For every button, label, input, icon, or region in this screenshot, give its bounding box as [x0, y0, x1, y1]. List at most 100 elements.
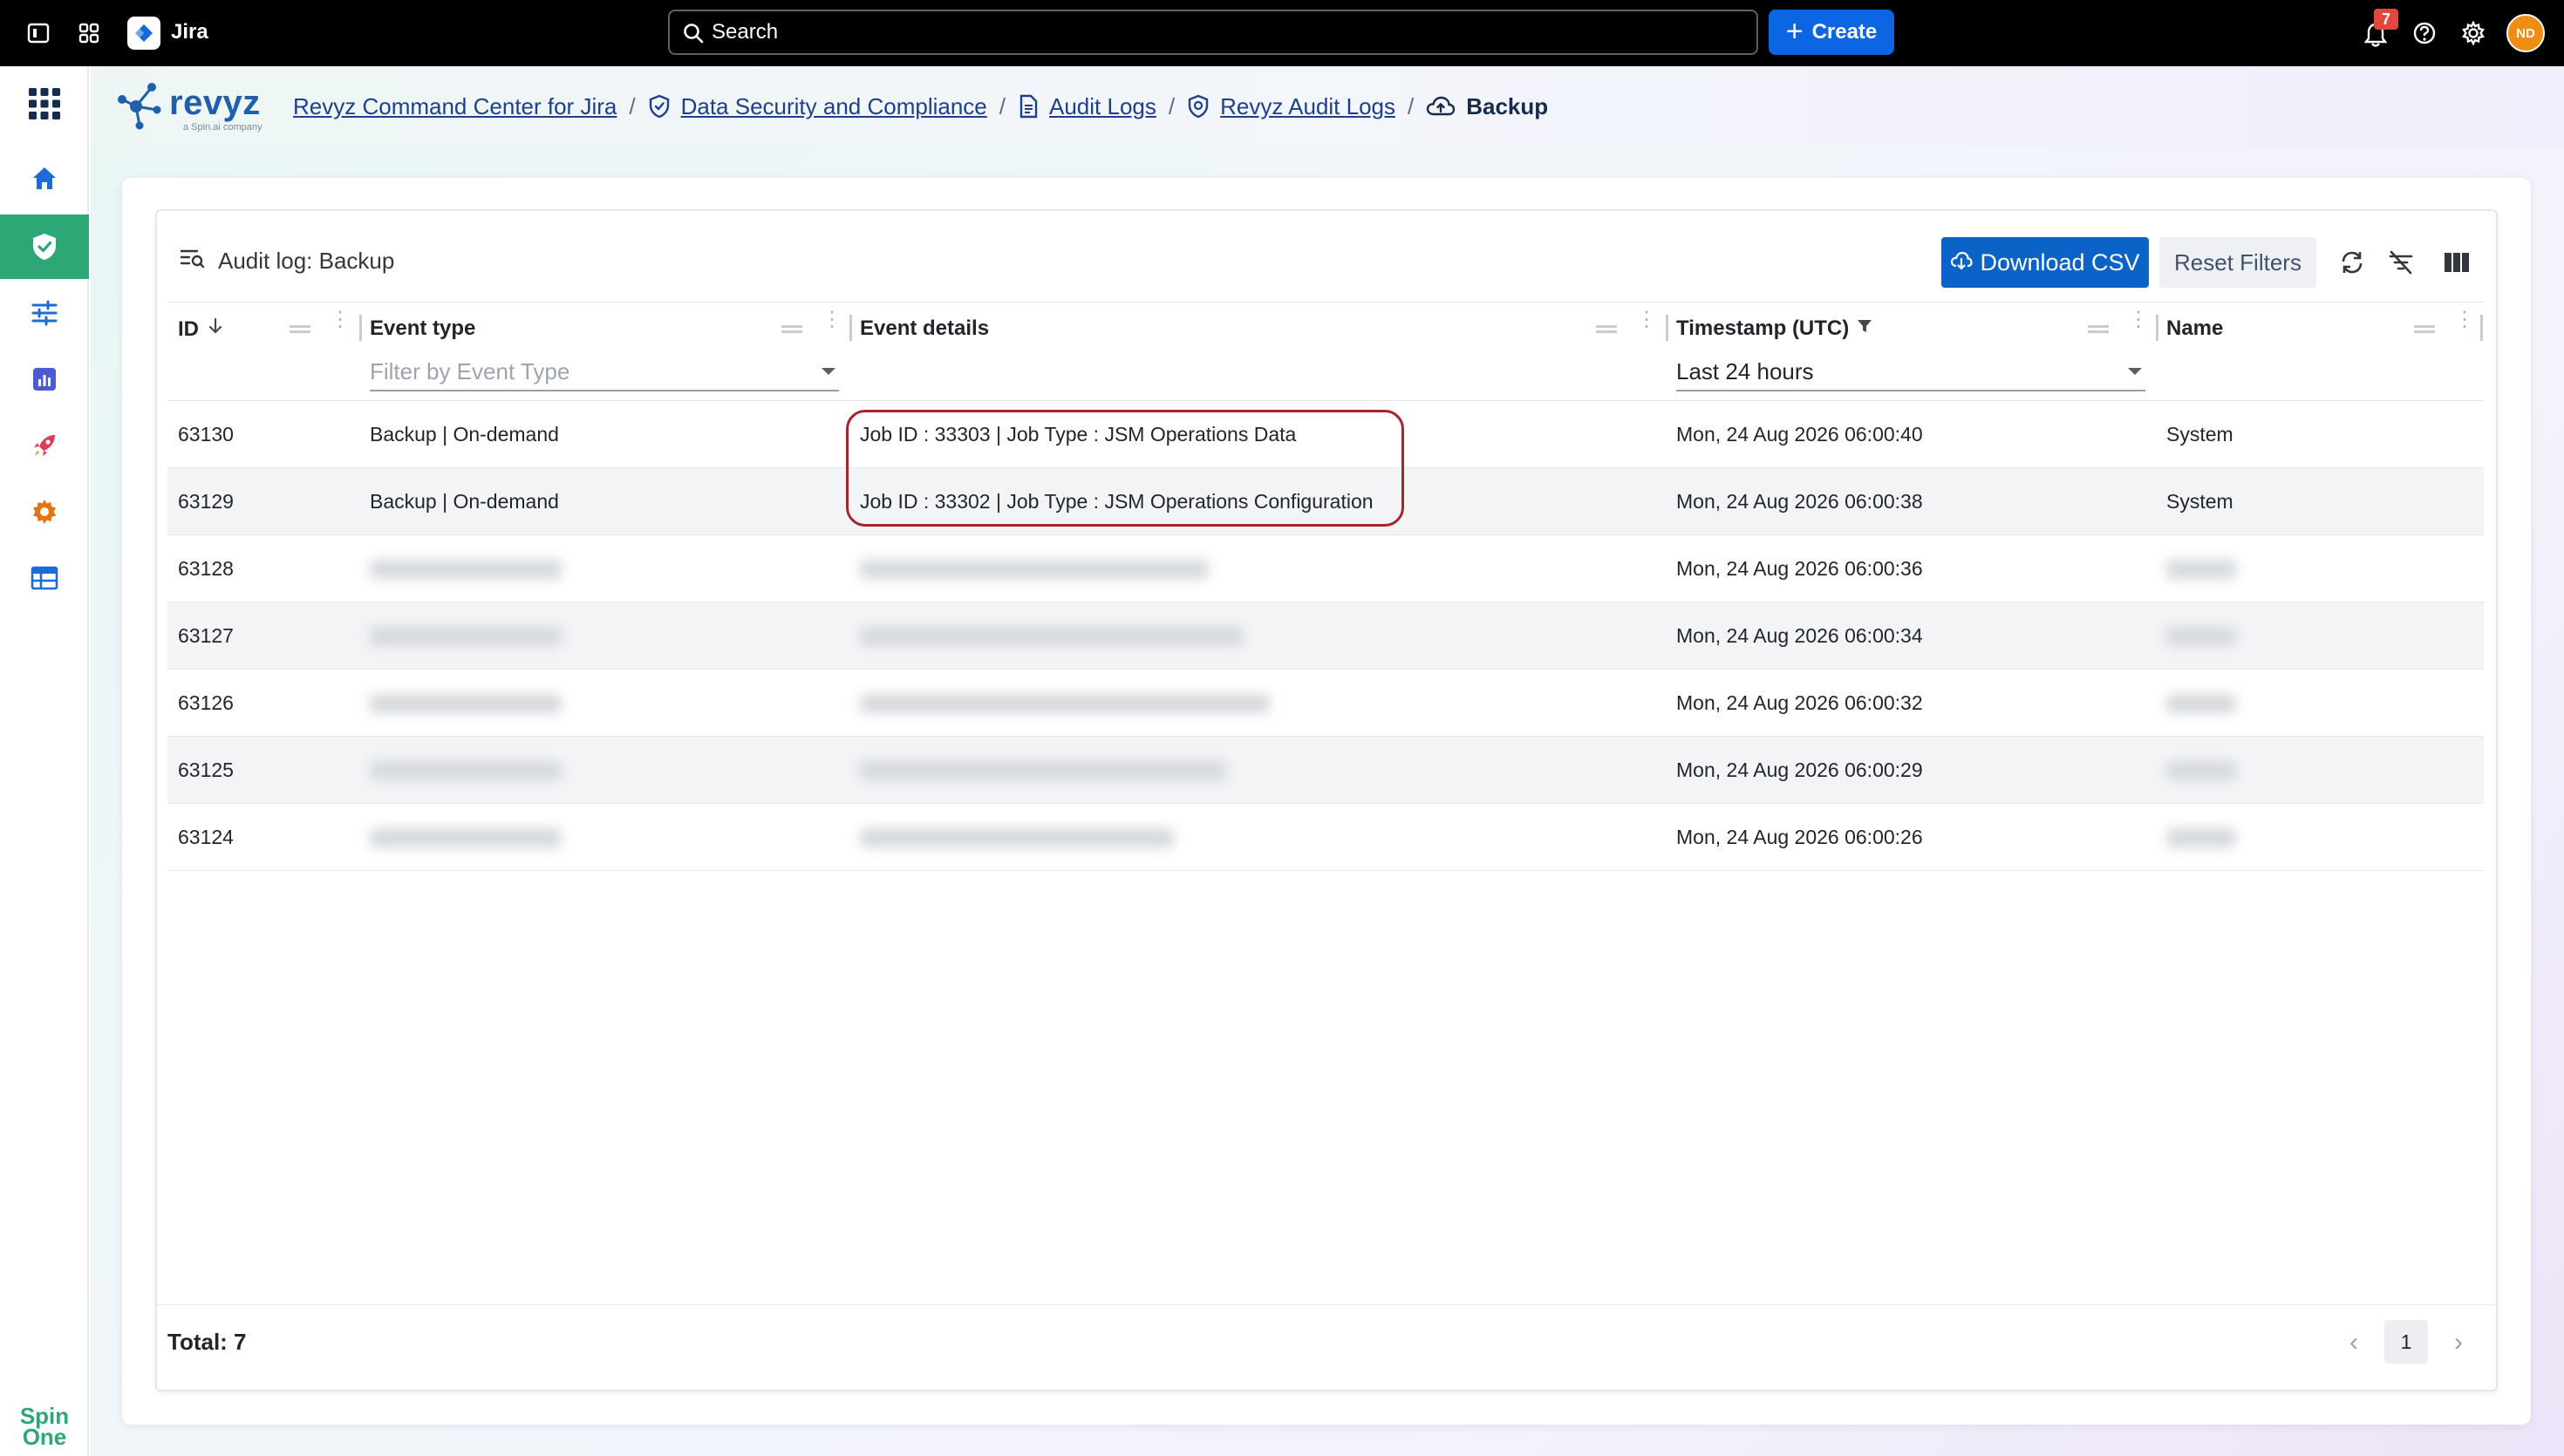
sidebar-item-settings-sliders[interactable] — [0, 281, 89, 345]
table-row[interactable]: 63128 Mon, 24 Aug 2026 06:00:36 — [167, 535, 2484, 602]
table-header: ID ⋮ Event type ⋮ Filter by Event Type E… — [167, 302, 2484, 401]
plus-icon: + — [1785, 14, 1804, 48]
help-icon[interactable] — [2409, 17, 2440, 49]
sidebar-item-launch[interactable] — [0, 413, 89, 478]
column-header-event-type[interactable]: Event type ⋮ Filter by Event Type — [359, 303, 849, 402]
column-drag-handle-icon[interactable] — [1596, 322, 1617, 336]
chevron-left-icon[interactable]: ‹ — [2341, 1325, 2367, 1360]
sort-descending-icon[interactable] — [206, 316, 225, 342]
download-csv-button[interactable]: Download CSV — [1941, 237, 2149, 288]
sidebar-item-menu[interactable] — [0, 71, 89, 136]
sidebar-toggle-icon[interactable] — [23, 17, 54, 49]
table-row[interactable]: 63125 Mon, 24 Aug 2026 06:00:29 — [167, 737, 2484, 804]
cell-name: System — [2166, 490, 2233, 513]
breadcrumb-separator: / — [629, 92, 636, 119]
gear-icon — [33, 500, 56, 524]
cell-event-details-redacted — [849, 602, 1244, 670]
jira-logo-icon[interactable] — [127, 17, 160, 50]
column-separator[interactable] — [1666, 315, 1668, 341]
table-row[interactable]: 63127 Mon, 24 Aug 2026 06:00:34 — [167, 602, 2484, 670]
sliders-icon — [31, 300, 58, 326]
reset-filters-button[interactable]: Reset Filters — [2159, 237, 2316, 288]
notification-count-badge: 7 — [2374, 9, 2398, 30]
total-count: Total: 7 — [167, 1329, 247, 1355]
cell-event-details-redacted — [849, 804, 1174, 871]
column-menu-icon[interactable]: ⋮ — [2454, 310, 2475, 330]
column-header-timestamp[interactable]: Timestamp (UTC) ⋮ Last 24 hours — [1666, 303, 2156, 402]
column-header-name[interactable]: Name ⋮ — [2156, 303, 2484, 402]
create-button-label: Create — [1811, 20, 1878, 44]
column-drag-handle-icon[interactable] — [2088, 322, 2109, 336]
timestamp-filter-select[interactable]: Last 24 hours — [1676, 353, 2145, 391]
card-header: Audit log: Backup — [180, 248, 394, 275]
table-row[interactable]: 63124 Mon, 24 Aug 2026 06:00:26 — [167, 804, 2484, 871]
dropdown-caret-icon — [2128, 368, 2142, 375]
report-chart-icon — [33, 368, 56, 391]
cell-name-redacted — [2156, 804, 2236, 871]
clear-filter-icon[interactable] — [2384, 246, 2417, 279]
create-button[interactable]: + Create — [1769, 10, 1894, 55]
chevron-right-icon[interactable]: › — [2445, 1325, 2472, 1360]
sidebar-item-home[interactable] — [0, 146, 89, 211]
search-list-icon — [180, 248, 206, 275]
columns-icon[interactable] — [2440, 246, 2473, 279]
shield-icon — [648, 94, 671, 119]
cell-timestamp: Mon, 24 Aug 2026 06:00:36 — [1676, 557, 1923, 580]
column-separator[interactable] — [2156, 315, 2158, 341]
dropdown-caret-icon — [822, 368, 835, 375]
timestamp-filter-value: Last 24 hours — [1676, 357, 1814, 384]
search-input[interactable]: Search — [668, 10, 1758, 55]
sidebar-item-table[interactable] — [0, 546, 89, 610]
cell-event-type-redacted — [359, 602, 562, 670]
sidebar-item-reports[interactable] — [0, 347, 89, 412]
user-avatar[interactable]: ND — [2506, 14, 2545, 52]
column-menu-icon[interactable]: ⋮ — [1636, 310, 1657, 330]
settings-gear-icon[interactable] — [2458, 17, 2489, 49]
refresh-icon[interactable] — [2336, 246, 2369, 279]
column-separator[interactable] — [359, 315, 362, 341]
pagination-page-button[interactable]: 1 — [2384, 1320, 2428, 1364]
cell-id: 63129 — [178, 490, 234, 513]
table-icon — [31, 566, 58, 590]
cloud-upload-icon — [1426, 95, 1456, 118]
column-drag-handle-icon[interactable] — [2414, 322, 2435, 336]
filter-funnel-icon[interactable] — [1856, 316, 1873, 341]
cell-name-redacted — [2156, 737, 2236, 804]
column-menu-icon[interactable]: ⋮ — [822, 310, 842, 330]
cell-event-type: Backup | On-demand — [370, 423, 559, 446]
sidebar-item-gear[interactable] — [0, 480, 89, 544]
cell-event-details-redacted — [849, 737, 1226, 804]
column-header-id[interactable]: ID ⋮ — [167, 303, 359, 402]
column-menu-icon[interactable]: ⋮ — [2128, 310, 2149, 330]
cell-name: System — [2166, 423, 2233, 446]
cell-id: 63124 — [178, 826, 234, 848]
breadcrumb-item-revyz-audit-logs[interactable]: Revyz Audit Logs — [1220, 93, 1395, 120]
cell-timestamp: Mon, 24 Aug 2026 06:00:38 — [1676, 490, 1923, 513]
sidebar-item-data-security[interactable] — [0, 214, 89, 279]
column-header-event-details[interactable]: Event details ⋮ — [849, 303, 1666, 402]
table-row[interactable]: 63126 Mon, 24 Aug 2026 06:00:32 — [167, 670, 2484, 737]
breadcrumb-item-command-center[interactable]: Revyz Command Center for Jira — [293, 93, 617, 120]
cell-timestamp: Mon, 24 Aug 2026 06:00:29 — [1676, 759, 1923, 781]
shield-check-icon — [33, 234, 56, 260]
cell-name-redacted — [2156, 670, 2236, 737]
cell-timestamp: Mon, 24 Aug 2026 06:00:34 — [1676, 624, 1923, 647]
event-type-filter-select[interactable]: Filter by Event Type — [370, 353, 839, 391]
cell-event-type-redacted — [359, 737, 562, 804]
column-menu-icon[interactable]: ⋮ — [330, 310, 351, 330]
column-drag-handle-icon[interactable] — [290, 322, 310, 336]
app-name[interactable]: Jira — [171, 20, 208, 44]
breadcrumb-separator: / — [999, 92, 1006, 119]
column-separator[interactable] — [2480, 315, 2483, 341]
home-icon — [33, 167, 56, 189]
column-drag-handle-icon[interactable] — [781, 322, 802, 336]
breadcrumb-item-audit-logs[interactable]: Audit Logs — [1049, 93, 1156, 120]
search-placeholder: Search — [712, 20, 779, 44]
app-switcher-icon[interactable] — [73, 17, 105, 49]
breadcrumb-item-data-security[interactable]: Data Security and Compliance — [681, 93, 987, 120]
cell-name-redacted — [2156, 535, 2236, 602]
column-separator[interactable] — [849, 315, 852, 341]
footer-divider — [157, 1304, 2496, 1305]
cell-event-type-redacted — [359, 535, 562, 602]
cell-id: 63125 — [178, 759, 234, 781]
